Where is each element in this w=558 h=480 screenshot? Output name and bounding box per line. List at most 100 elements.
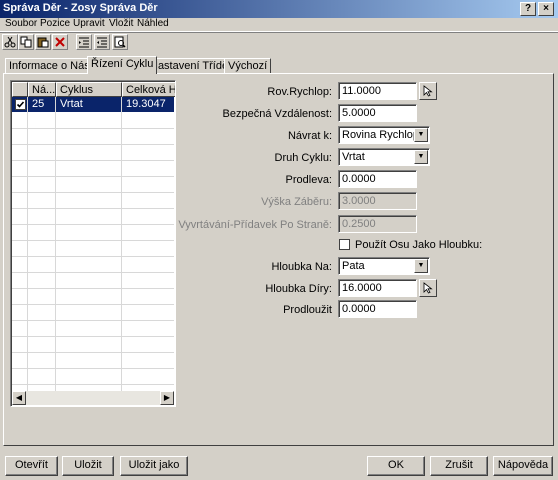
label-prodlouzit: Prodloužit xyxy=(283,304,332,316)
rov-rychlop-input[interactable]: 11.0000 xyxy=(338,82,417,100)
window-title: Správa Děr - Zosy Správa Děr xyxy=(3,2,158,14)
grid-line xyxy=(12,160,174,161)
toolbar-separator xyxy=(0,32,558,33)
grid-line xyxy=(121,97,122,391)
cut-button[interactable] xyxy=(2,34,18,50)
paste-icon xyxy=(37,37,49,48)
label-vyvrtavani: Vyvrtávání-Přídavek Po Straně: xyxy=(178,219,332,231)
cursor-arrow-icon xyxy=(423,282,433,294)
grid-line xyxy=(12,128,174,129)
chevron-down-icon: ▼ xyxy=(417,131,425,138)
cycle-list[interactable]: Ná... Cyklus Celková Hlo 25 Vrtat 19.304… xyxy=(10,80,176,407)
tab-rizeni-cyklu[interactable]: Řízení Cyklu xyxy=(87,56,158,74)
indent-out-icon xyxy=(97,37,107,48)
check-icon xyxy=(16,101,25,108)
preview-button[interactable] xyxy=(112,34,128,50)
label-rov-rychlop: Rov.Rychlop: xyxy=(267,86,332,98)
column-header-number[interactable]: Ná... xyxy=(28,82,56,97)
menu-upravit[interactable]: Upravit xyxy=(73,18,105,29)
delete-icon xyxy=(55,37,65,47)
grid-line xyxy=(12,144,174,145)
tab-vychozi[interactable]: Výchozí xyxy=(224,58,272,73)
bezpecna-vzdalenost-input[interactable]: 5.0000 xyxy=(338,104,417,122)
label-prodleva: Prodleva: xyxy=(285,174,332,186)
grid-line xyxy=(12,304,174,305)
save-button[interactable]: Uložit xyxy=(62,456,114,476)
cell-cycle: Vrtat xyxy=(60,98,83,110)
table-row[interactable]: 25 Vrtat 19.3047 xyxy=(12,97,174,112)
label-hloubka-diry: Hloubka Díry: xyxy=(265,283,332,295)
column-header-check[interactable] xyxy=(12,82,28,97)
title-bar: Správa Děr - Zosy Správa Děr xyxy=(0,0,558,18)
grid-line xyxy=(12,352,174,353)
label-pouzit-osu[interactable]: Použít Osu Jako Hloubku: xyxy=(355,239,482,251)
cursor-arrow-icon xyxy=(423,85,433,97)
grid-line xyxy=(12,288,174,289)
menu-nahled[interactable]: Náhled xyxy=(137,18,169,29)
druh-cyklu-value: Vrtat xyxy=(342,151,365,163)
pick-hloubka-diry-button[interactable] xyxy=(419,279,437,297)
hloubka-na-value: Pata xyxy=(342,260,365,272)
hloubka-na-select[interactable]: Pata ▼ xyxy=(338,257,430,275)
druh-cyklu-dropdown-button[interactable]: ▼ xyxy=(414,150,428,164)
grid-line xyxy=(12,320,174,321)
column-header-total-depth[interactable]: Celková Hlo xyxy=(122,82,175,97)
indent-out-button[interactable] xyxy=(94,34,110,50)
grid-line xyxy=(27,97,28,391)
cut-icon xyxy=(4,36,16,48)
cancel-button[interactable]: Zrušit xyxy=(430,456,488,476)
paste-button[interactable] xyxy=(35,34,51,50)
label-vyska-zaberu: Výška Záběru: xyxy=(261,196,332,208)
label-hloubka-na: Hloubka Na: xyxy=(271,261,332,273)
help-title-button[interactable]: ? xyxy=(520,2,536,16)
grid-line xyxy=(12,208,174,209)
chevron-down-icon: ▼ xyxy=(417,153,425,160)
menu-soubor[interactable]: Soubor xyxy=(5,18,37,29)
menu-pozice[interactable]: Pozice xyxy=(40,18,70,29)
hloubka-diry-input[interactable]: 16.0000 xyxy=(338,279,417,297)
scroll-right-button[interactable]: ▶ xyxy=(160,391,174,405)
help-button[interactable]: Nápověda xyxy=(493,456,553,476)
navrat-value: Rovina Rychlop. xyxy=(342,129,423,141)
label-navrat: Návrat k: xyxy=(287,130,332,142)
cell-number: 25 xyxy=(32,98,45,110)
grid-line xyxy=(12,240,174,241)
scroll-left-button[interactable]: ◀ xyxy=(12,391,26,405)
tab-label: Řízení Cyklu xyxy=(91,58,154,70)
indent-in-button[interactable] xyxy=(76,34,92,50)
grid-line xyxy=(12,368,174,369)
navrat-select[interactable]: Rovina Rychlop. ▼ xyxy=(338,126,430,144)
indent-in-icon xyxy=(79,37,89,48)
save-as-button[interactable]: Uložit jako xyxy=(120,456,188,476)
delete-button[interactable] xyxy=(52,34,68,50)
pouzit-osu-checkbox[interactable] xyxy=(339,239,350,250)
copy-button[interactable] xyxy=(18,34,34,50)
menu-bar: Soubor Pozice Upravit Vložit Náhled xyxy=(0,18,558,32)
vyvrtavani-input: 0.2500 xyxy=(338,215,417,233)
chevron-down-icon: ▼ xyxy=(417,262,425,269)
druh-cyklu-select[interactable]: Vrtat ▼ xyxy=(338,148,430,166)
arrow-left-icon: ◀ xyxy=(15,393,23,402)
grid-line xyxy=(12,272,174,273)
ok-button[interactable]: OK xyxy=(367,456,425,476)
grid-line xyxy=(12,256,174,257)
label-druh-cyklu: Druh Cyklu: xyxy=(274,152,332,164)
preview-icon xyxy=(114,36,126,48)
horizontal-scrollbar[interactable]: ◀ ▶ xyxy=(12,391,174,405)
row-checkbox[interactable] xyxy=(15,99,26,110)
grid-line xyxy=(12,224,174,225)
grid-line xyxy=(12,384,174,385)
pick-rov-rychlop-button[interactable] xyxy=(419,82,437,100)
column-header-cycle[interactable]: Cyklus xyxy=(56,82,122,97)
grid-line xyxy=(55,97,56,391)
prodleva-input[interactable]: 0.0000 xyxy=(338,170,417,188)
hloubka-na-dropdown-button[interactable]: ▼ xyxy=(414,259,428,273)
arrow-right-icon: ▶ xyxy=(163,393,171,402)
close-title-button[interactable]: × xyxy=(538,2,554,16)
navrat-dropdown-button[interactable]: ▼ xyxy=(414,128,428,142)
menu-vlozit[interactable]: Vložit xyxy=(109,18,133,29)
tab-label: Výchozí xyxy=(228,60,268,72)
open-button[interactable]: Otevřít xyxy=(5,456,58,476)
prodlouzit-input[interactable]: 0.0000 xyxy=(338,300,417,318)
vyska-zaberu-input: 3.0000 xyxy=(338,192,417,210)
